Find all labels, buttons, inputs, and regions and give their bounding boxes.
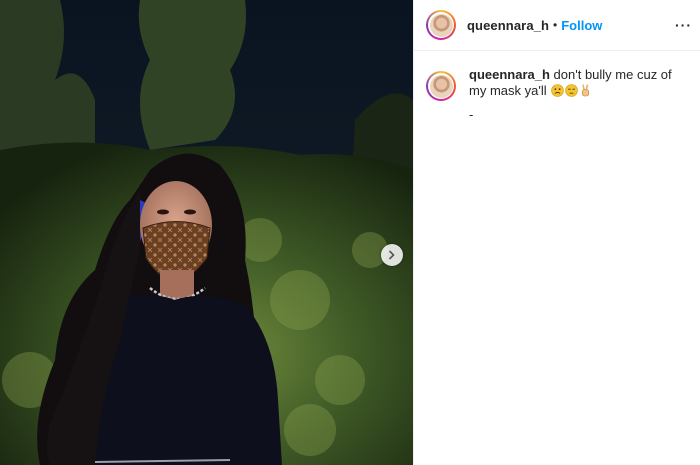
caption-avatar-image (429, 74, 453, 98)
avatar-image (429, 13, 453, 37)
unamused-face-icon (565, 84, 579, 97)
chevron-right-icon (389, 250, 395, 260)
username-link[interactable]: queennara_h (467, 18, 549, 33)
post-side-panel: queennara_h • Follow ··· queennara_h don… (413, 0, 700, 465)
post-header: queennara_h • Follow ··· (414, 0, 700, 51)
caption-username-link[interactable]: queennara_h (469, 67, 550, 82)
next-photo-button[interactable] (381, 244, 403, 266)
more-dots-icon[interactable]: ··· (675, 17, 692, 33)
caption-comment: queennara_h don't bully me cuz of my mas… (414, 51, 700, 123)
avatar[interactable] (426, 10, 456, 40)
separator-dot: • (553, 18, 558, 32)
follow-button[interactable]: Follow (561, 18, 602, 33)
caption-avatar-ring-inner (428, 73, 454, 99)
caption-body: queennara_h don't bully me cuz of my mas… (469, 67, 684, 123)
caption-avatar[interactable] (426, 71, 456, 101)
victory-hand-icon (582, 84, 590, 97)
frowning-face-icon (551, 84, 565, 97)
post-image (0, 0, 413, 465)
avatar-ring-inner (428, 12, 454, 38)
post-photo[interactable] (0, 0, 413, 465)
caption-extra: - (469, 107, 474, 122)
